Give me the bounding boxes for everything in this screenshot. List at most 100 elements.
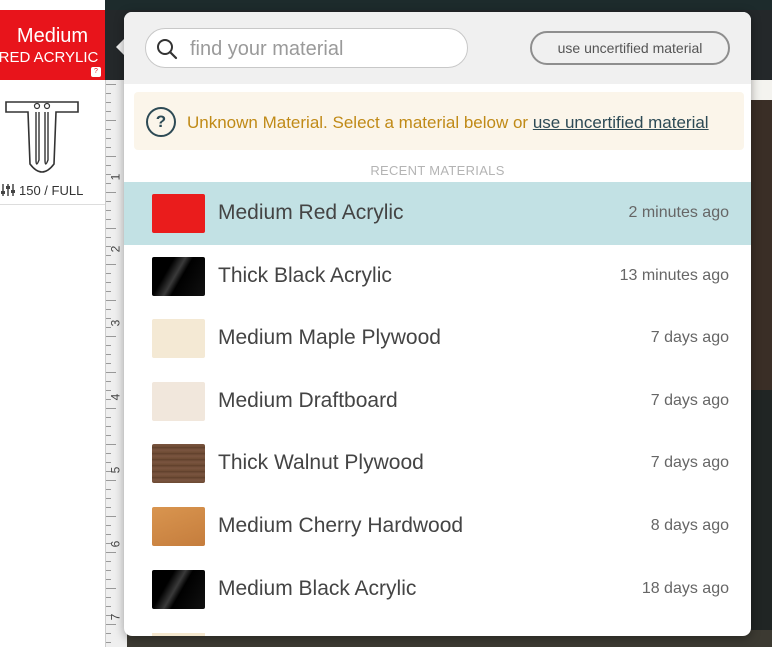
ruler-tick (106, 183, 111, 184)
material-last-used: 8 days ago (650, 516, 729, 534)
ruler-tick (106, 516, 116, 517)
ruler-number: 5 (108, 466, 123, 474)
ruler-tick (106, 327, 111, 328)
ruler-tick (106, 282, 111, 283)
material-last-used: 18 days ago (641, 579, 729, 597)
material-last-used: 2 minutes ago (628, 204, 729, 221)
ruler-tick (106, 561, 111, 562)
warning-message: Unknown Material. Select a material belo… (187, 113, 533, 132)
ruler-tick (106, 570, 111, 571)
material-picker-popup: use uncertified material ? Unknown Mater… (124, 12, 751, 636)
search-box[interactable] (145, 28, 468, 68)
ruler-tick (106, 300, 116, 301)
material-last-used: 7 days ago (650, 454, 729, 472)
recent-materials-heading: RECENT MATERIALS (370, 163, 505, 178)
ruler-tick (106, 255, 111, 256)
ruler-tick (106, 552, 116, 553)
ruler-tick (106, 462, 111, 463)
material-name: Medium Red Acrylic (218, 201, 404, 224)
ruler-tick (106, 444, 116, 445)
material-row[interactable]: Medium Black Acrylic 18 days ago (124, 558, 751, 621)
material-row[interactable]: Medium Red Acrylic 2 minutes ago (124, 182, 751, 245)
material-last-used: 13 minutes ago (619, 266, 729, 284)
ruler-tick (106, 165, 111, 166)
material-row[interactable]: Thick Walnut Plywood 7 days ago (124, 432, 751, 495)
material-row[interactable]: Medium Cherry Hardwood 8 days ago (124, 495, 751, 558)
ruler-tick (106, 156, 116, 157)
material-row[interactable]: Medium Maple Plywood 7 days ago (124, 307, 751, 370)
ruler-tick (106, 363, 111, 364)
ruler-tick (106, 390, 111, 391)
divider (0, 204, 105, 205)
ruler-tick (106, 210, 111, 211)
ruler-tick (106, 624, 116, 625)
ruler-tick (106, 372, 116, 373)
ruler-tick (106, 93, 111, 94)
ruler-number: 6 (108, 540, 123, 548)
material-swatch (152, 256, 205, 296)
material-row[interactable]: Thick Black Acrylic 13 minutes ago (124, 245, 751, 308)
material-last-used: 7 days ago (650, 391, 729, 409)
ruler-tick (106, 471, 111, 472)
material-name: Medium Black Acrylic (218, 576, 417, 600)
ruler-tick (106, 102, 111, 103)
unknown-material-warning: ? Unknown Material. Select a material be… (134, 92, 744, 150)
ruler-tick (106, 273, 111, 274)
ruler-tick (106, 318, 111, 319)
ruler-tick (106, 489, 111, 490)
ruler-tick (106, 606, 111, 607)
ruler-tick (106, 597, 111, 598)
ruler-tick (106, 237, 111, 238)
help-icon[interactable]: ? (91, 67, 101, 77)
ruler-tick (106, 147, 111, 148)
ruler-tick (106, 498, 111, 499)
material-swatch (152, 444, 205, 484)
left-panel: Medium RED ACRYLIC ? 150 / FULL (0, 0, 105, 647)
power-setting-label: 150 / FULL (19, 182, 84, 198)
ruler-tick (106, 174, 111, 175)
material-name: Thick Walnut Plywood (218, 451, 424, 475)
ruler-tick (106, 345, 111, 346)
material-swatch (152, 194, 205, 233)
part-thumbnail[interactable] (2, 92, 82, 176)
ruler-tick (106, 642, 111, 643)
ruler-tick (106, 228, 116, 229)
ruler-tick (106, 417, 111, 418)
material-row[interactable]: Medium Draftboard 7 days ago (124, 370, 751, 433)
ruler-tick (106, 246, 111, 247)
ruler-tick (106, 201, 111, 202)
ruler-tick (106, 138, 111, 139)
ruler-tick (106, 120, 116, 121)
ruler-tick (106, 192, 116, 193)
warning-text: Unknown Material. Select a material belo… (187, 113, 709, 133)
search-input[interactable] (190, 35, 460, 63)
ruler-tick (106, 543, 111, 544)
ruler-tick (106, 615, 111, 616)
sliders-icon (1, 184, 15, 196)
material-swatch (152, 506, 205, 546)
ruler-tick (106, 309, 111, 310)
recent-materials-list: Medium Red Acrylic 2 minutes ago Thick Bla… (124, 182, 751, 620)
material-name: Medium Cherry Hardwood (218, 513, 464, 537)
ruler-tick (106, 480, 116, 481)
use-uncertified-material-link[interactable]: use uncertified material (533, 113, 709, 132)
ruler-tick (106, 426, 111, 427)
ruler-tick (106, 435, 111, 436)
ruler-tick (106, 399, 111, 400)
ruler-tick (106, 129, 111, 130)
power-setting[interactable]: 150 / FULL (0, 180, 105, 200)
material-name: Medium Draftboard (218, 388, 398, 412)
material-badge[interactable]: Medium RED ACRYLIC ? (0, 10, 105, 80)
ruler-tick (106, 507, 111, 508)
ruler-tick (106, 633, 111, 634)
material-badge-name: RED ACRYLIC (0, 49, 99, 66)
use-uncertified-material-button[interactable]: use uncertified material (530, 31, 730, 65)
ruler-tick (106, 579, 111, 580)
question-circle-icon: ? (146, 107, 176, 137)
ruler-tick (106, 534, 111, 535)
ruler-tick (106, 525, 111, 526)
top-bar (0, 0, 772, 10)
material-swatch (152, 569, 205, 609)
ruler-tick (106, 111, 111, 112)
search-icon (157, 39, 178, 60)
